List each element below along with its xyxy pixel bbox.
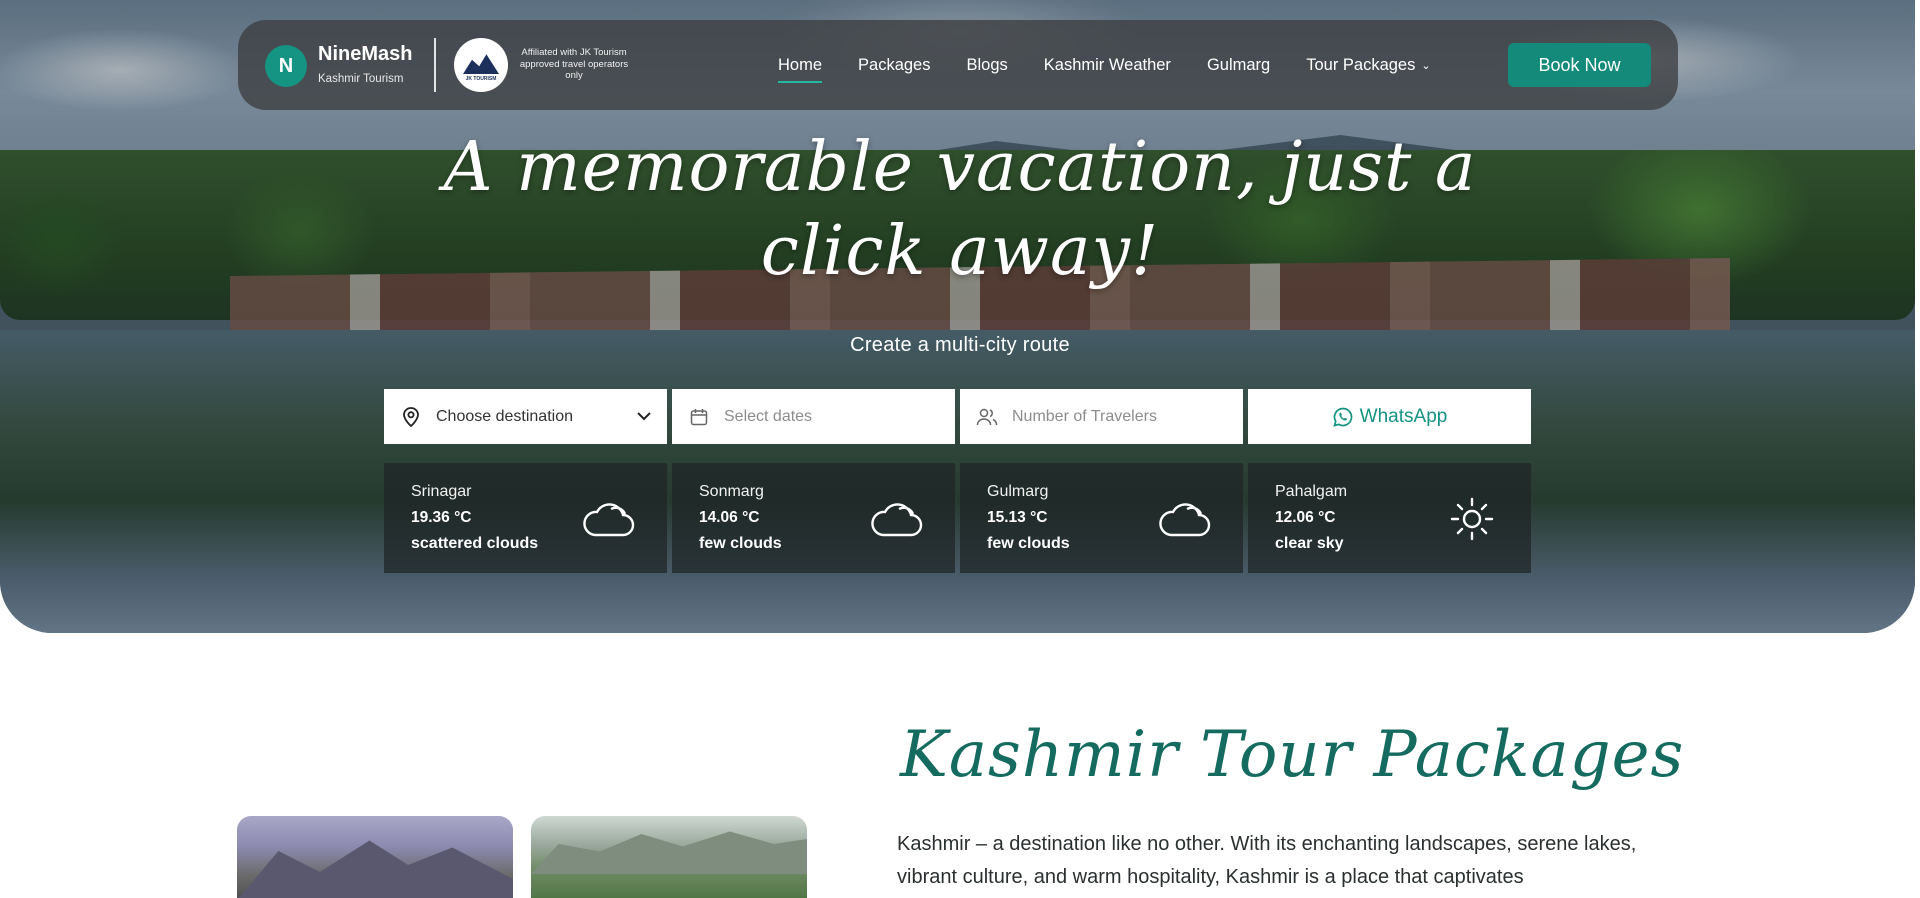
travelers-field[interactable]: Number of Travelers xyxy=(960,389,1243,444)
weather-cards: Srinagar 19.36 °C scattered clouds Sonma… xyxy=(384,463,1531,573)
nav-blogs[interactable]: Blogs xyxy=(966,56,1007,75)
dates-placeholder: Select dates xyxy=(724,407,813,425)
weather-card-sonmarg: Sonmarg 14.06 °C few clouds xyxy=(672,463,955,573)
top-navbar: N NineMash Kashmir Tourism JK TOURISM Af… xyxy=(238,20,1678,110)
nav-packages[interactable]: Packages xyxy=(858,56,930,75)
travelers-placeholder: Number of Travelers xyxy=(1012,407,1157,425)
jk-tourism-logo: JK TOURISM xyxy=(454,38,508,92)
whatsapp-label: WhatsApp xyxy=(1359,405,1448,427)
dates-field[interactable]: Select dates xyxy=(672,389,955,444)
hero-subhead: Create a multi-city route xyxy=(850,334,1070,356)
package-image-valley[interactable] xyxy=(531,816,807,898)
weather-card-gulmarg: Gulmarg 15.13 °C few clouds xyxy=(960,463,1243,573)
nav-divider xyxy=(434,38,436,92)
map-pin-icon xyxy=(400,406,422,428)
destination-select[interactable]: Choose destination xyxy=(384,389,667,444)
nav-links: Home Packages Blogs Kashmir Weather Gulm… xyxy=(778,20,1431,110)
chevron-down-icon xyxy=(637,408,651,426)
cloud-icon xyxy=(871,503,923,537)
package-image-mountains[interactable] xyxy=(237,816,513,898)
hero-banner: N NineMash Kashmir Tourism JK TOURISM Af… xyxy=(0,0,1915,633)
calendar-icon xyxy=(688,406,710,428)
chevron-down-icon: ⌄ xyxy=(1421,59,1431,72)
section-body: Kashmir – a destination like no other. W… xyxy=(897,833,1637,888)
book-now-button[interactable]: Book Now xyxy=(1508,43,1651,87)
brand-name[interactable]: NineMash xyxy=(318,43,412,66)
cloud-icon xyxy=(583,503,635,537)
destination-value: Choose destination xyxy=(436,407,573,425)
hero-headline: A memorable vacation, just a click away! xyxy=(443,128,1477,291)
nav-kashmir-weather[interactable]: Kashmir Weather xyxy=(1044,56,1171,75)
whatsapp-icon xyxy=(1332,406,1354,428)
sun-icon xyxy=(1450,497,1494,541)
nav-tour-packages[interactable]: Tour Packages ⌄ xyxy=(1306,56,1430,75)
cloud-icon xyxy=(1159,503,1211,537)
weather-card-srinagar: Srinagar 19.36 °C scattered clouds xyxy=(384,463,667,573)
whatsapp-button[interactable]: WhatsApp xyxy=(1248,389,1531,444)
weather-card-pahalgam: Pahalgam 12.06 °C clear sky xyxy=(1248,463,1531,573)
nav-home[interactable]: Home xyxy=(778,56,823,83)
brand-subtitle: Kashmir Tourism xyxy=(318,73,404,85)
brand-logo-circle[interactable]: N xyxy=(265,45,307,87)
search-bar: Choose destination Select dates Number o… xyxy=(384,389,1531,444)
users-icon xyxy=(976,406,998,428)
section-title: Kashmir Tour Packages xyxy=(900,718,1685,792)
nav-gulmarg[interactable]: Gulmarg xyxy=(1207,56,1270,75)
affiliation-text: Affiliated with JK Tourism approved trav… xyxy=(519,47,629,81)
